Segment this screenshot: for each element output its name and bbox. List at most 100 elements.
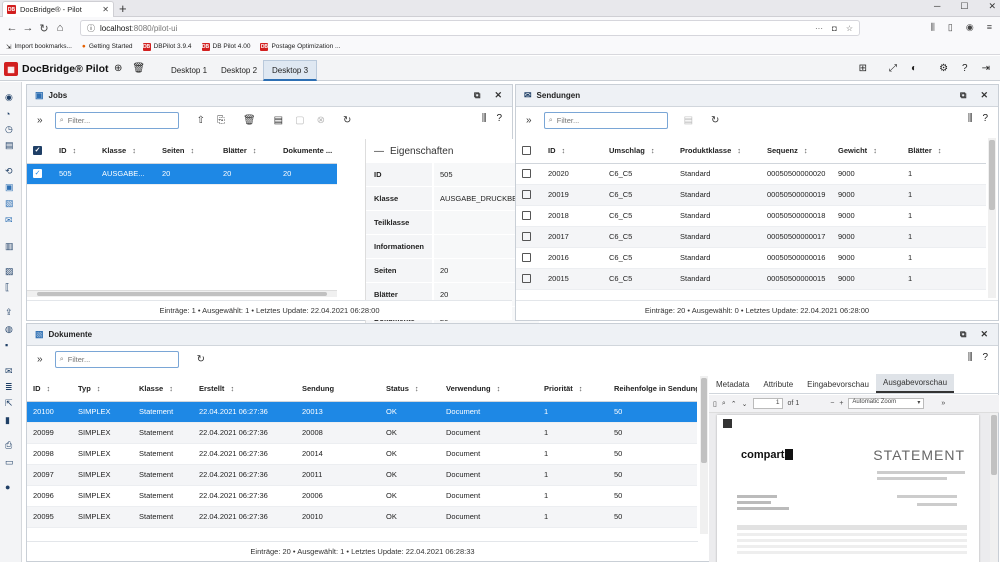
jobs-filter-input[interactable]	[67, 115, 178, 125]
panel-icon[interactable]: ▪	[5, 340, 8, 350]
export-icon[interactable]: ▤	[684, 115, 693, 126]
upload-icon[interactable]: ⇪	[5, 307, 13, 318]
sort-icon[interactable]: ↕	[169, 384, 173, 393]
refresh-icon[interactable]: ↻	[197, 354, 205, 365]
sort-icon[interactable]: ↕	[191, 146, 195, 155]
panel-detach-icon[interactable]: ⧉	[960, 329, 966, 340]
help-icon[interactable]: ?	[982, 352, 988, 363]
col-sequenz[interactable]: Sequenz ↕	[761, 138, 832, 164]
table-row[interactable]: 20096 SIMPLEX Statement 22.04.2021 06:27:36…	[27, 485, 697, 507]
row-checkbox[interactable]	[522, 274, 531, 284]
jobs-icon[interactable]: ▣	[5, 182, 14, 193]
bookmark-import[interactable]: ⇲ Import bookmarks...	[6, 43, 72, 51]
tab-ausgabevorschau[interactable]: Ausgabevorschau	[875, 374, 955, 393]
preview-vscroll[interactable]	[990, 413, 998, 562]
account-icon[interactable]: ◉	[966, 22, 974, 33]
library-icon[interactable]: ⫼	[931, 22, 935, 33]
window-close-icon[interactable]: ✕	[988, 1, 996, 12]
panel-close-icon[interactable]: ✕	[980, 329, 988, 340]
refresh-icon[interactable]: ↻	[711, 115, 719, 126]
sort-icon[interactable]: ↕	[579, 384, 583, 393]
sendungen-filter-input[interactable]	[556, 115, 667, 125]
sort-icon[interactable]: ↕	[651, 146, 655, 155]
row-checkbox[interactable]	[522, 232, 531, 242]
refresh-icon[interactable]: ↻	[343, 115, 351, 126]
col-id[interactable]: ID ↕	[53, 138, 96, 164]
columns-icon[interactable]: ⫼	[968, 113, 973, 124]
bookmark-dbpilot-400[interactable]: DB DB Pilot 4.00	[201, 42, 250, 51]
sort-icon[interactable]: ↕	[230, 384, 234, 393]
sendungen-vscroll[interactable]	[988, 138, 996, 298]
close-tab-icon[interactable]: ✕	[102, 5, 109, 14]
home-icon[interactable]: ⌂	[52, 22, 68, 34]
pocket-icon[interactable]: ◘	[832, 24, 837, 33]
bookmark-postage-optimization[interactable]: DB Postage Optimization ...	[260, 42, 340, 51]
sort-icon[interactable]: ↕	[132, 146, 136, 155]
logout-icon[interactable]: ⇥	[982, 63, 990, 74]
sort-icon[interactable]: ↕	[415, 384, 419, 393]
prev-page-icon[interactable]: ⌃	[731, 400, 737, 408]
columns-icon[interactable]: ⫼	[482, 113, 487, 124]
clock-icon[interactable]: ◷	[5, 124, 13, 135]
reload-icon[interactable]: ↻	[36, 22, 52, 35]
sort-icon[interactable]: ↕	[873, 146, 877, 155]
user-icon[interactable]: ●	[5, 482, 10, 492]
find-icon[interactable]: ⌕	[722, 400, 726, 408]
page-info-icon[interactable]: ⓘ	[87, 23, 95, 34]
tab-desktop-1[interactable]: Desktop 1	[163, 60, 215, 81]
export-icon[interactable]: ⇱	[5, 398, 13, 409]
add-desktop-icon[interactable]: ⊕	[114, 63, 122, 74]
stack-icon[interactable]: ≣	[5, 382, 13, 393]
table-row[interactable]: 20095 SIMPLEX Statement 22.04.2021 06:27:36…	[27, 506, 697, 528]
table-row[interactable]: 20019 C6_C5 Standard 00050500000019 9000 1	[516, 184, 986, 206]
table-row[interactable]: 20017 C6_C5 Standard 00050500000017 9000 1	[516, 226, 986, 248]
sort-icon[interactable]: ↕	[47, 384, 51, 393]
panel-detach-icon[interactable]: ⧉	[960, 90, 966, 101]
printer-icon[interactable]: ⎙	[5, 440, 12, 451]
export-icon[interactable]: ▤	[274, 115, 283, 126]
upload-icon[interactable]: ⇧	[197, 115, 205, 126]
col-status[interactable]: Status ↕	[380, 376, 440, 402]
row-checkbox[interactable]	[522, 169, 531, 179]
sort-icon[interactable]: ↕	[562, 146, 566, 155]
maximize-icon[interactable]: ☐	[960, 1, 968, 12]
col-id[interactable]: ID ↕	[542, 138, 603, 164]
row-checkbox[interactable]	[522, 253, 531, 263]
monitor-icon[interactable]: ◔	[5, 109, 10, 119]
sidebar-toggle-icon[interactable]: ▯	[948, 22, 953, 33]
jobs-filter[interactable]: ⌕	[54, 111, 179, 129]
browser-menu-icon[interactable]: ≡	[987, 22, 992, 33]
col-produktklasse[interactable]: Produktklasse ↕	[674, 138, 761, 164]
pdf-viewer[interactable]: compart STATEMENT	[709, 413, 990, 562]
table-row[interactable]: ✓ 505 AUSGABE... 20 20 20	[27, 163, 337, 185]
delete-desktop-icon[interactable]: 🗑	[132, 63, 145, 74]
col-dokumente[interactable]: Dokumente ...	[277, 138, 337, 164]
bookmark-getting-started[interactable]: ● Getting Started	[82, 43, 133, 50]
col-seiten[interactable]: Seiten ↕	[156, 138, 217, 164]
panel-close-icon[interactable]: ✕	[494, 90, 502, 101]
select-all-checkbox[interactable]	[522, 146, 531, 155]
col-klasse[interactable]: Klasse ↕	[133, 376, 193, 402]
back-icon[interactable]: ←	[4, 22, 20, 34]
help-icon[interactable]: ?	[496, 113, 502, 124]
sort-icon[interactable]: ↕	[938, 146, 942, 155]
save-icon[interactable]: ▢	[295, 115, 304, 126]
sort-icon[interactable]: ↕	[73, 146, 77, 155]
contrast-icon[interactable]: ◐	[911, 63, 917, 74]
tab-desktop-2[interactable]: Desktop 2	[213, 60, 265, 81]
browser-tab[interactable]: DB DocBridge® - Pilot ✕	[2, 1, 114, 17]
tab-metadata[interactable]: Metadata	[709, 380, 756, 393]
expand-icon[interactable]: »	[37, 115, 43, 126]
sort-icon[interactable]: ↕	[804, 146, 808, 155]
row-checkbox[interactable]	[522, 190, 531, 200]
files-icon[interactable]: ▥	[5, 241, 14, 252]
next-page-icon[interactable]: ⌄	[742, 400, 748, 408]
documents-icon[interactable]: ▧	[5, 198, 14, 209]
bracket-icon[interactable]: ⟦	[5, 282, 9, 293]
col-prioritaet[interactable]: Priorität ↕	[538, 376, 608, 402]
sendungen-filter[interactable]: ⌕	[543, 111, 668, 129]
table-row[interactable]: 20100 SIMPLEX Statement 22.04.2021 06:27:36…	[27, 401, 697, 423]
archive-icon[interactable]: ▨	[5, 266, 14, 277]
col-typ[interactable]: Typ ↕	[72, 376, 133, 402]
expand-icon[interactable]: »	[37, 354, 43, 365]
